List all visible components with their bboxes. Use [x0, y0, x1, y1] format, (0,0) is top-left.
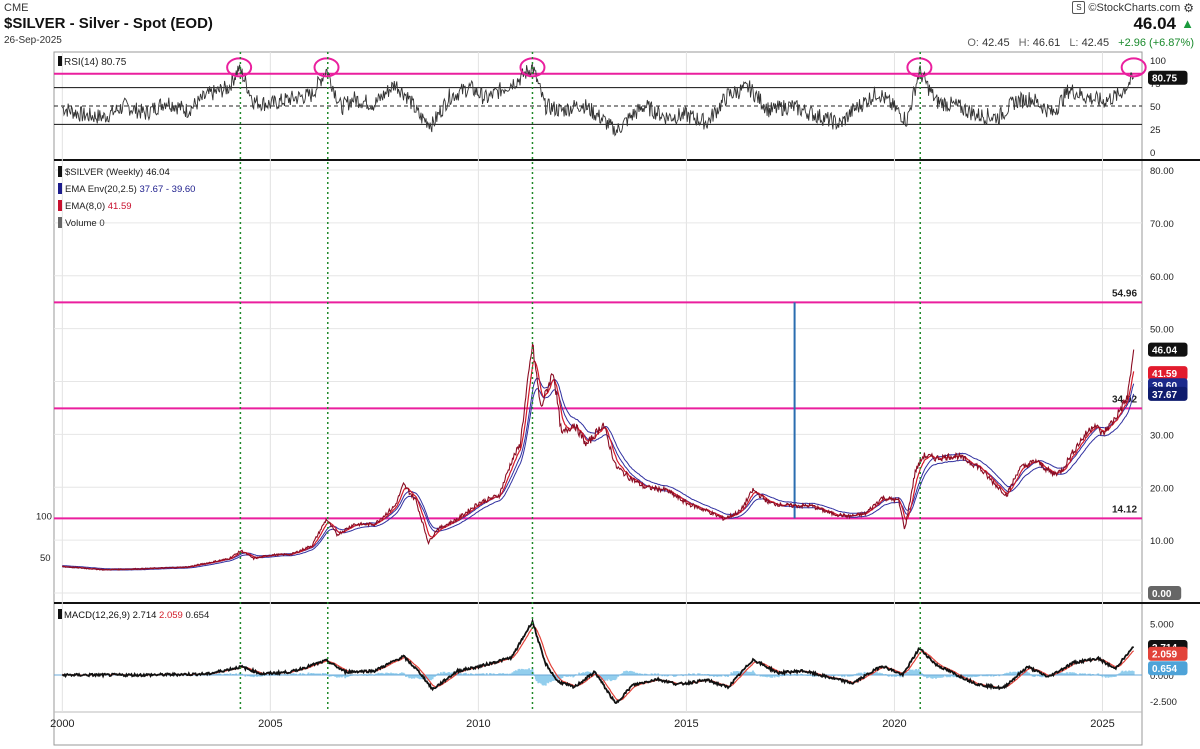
rsi-tick-label: 50 — [1150, 102, 1161, 113]
volume-tick-label: 50 — [40, 553, 51, 564]
chart-canvas: 2000200520102015202020251007550250RSI(14… — [36, 51, 1200, 746]
rsi-tick-label: 0 — [1150, 148, 1155, 159]
signal-last-badge: 2.059 — [1152, 650, 1177, 661]
volume-tick-label: 100 — [36, 511, 52, 522]
rsi-tick-label: 25 — [1150, 125, 1161, 136]
volume-last-badge: 0.00 — [1152, 589, 1172, 600]
price-legend-item: $SILVER (Weekly) 46.04 — [65, 167, 170, 178]
price-level-label: 14.12 — [1112, 504, 1137, 515]
price-legend-item: EMA Env(20,2.5) 37.67 - 39.60 — [65, 184, 195, 195]
x-tick-label: 2015 — [674, 718, 698, 730]
x-tick-label: 2000 — [50, 718, 74, 730]
ema-envelope-lower — [62, 388, 1135, 571]
rsi-legend: RSI(14) 80.75 — [64, 57, 127, 68]
macd-line — [61, 617, 1134, 704]
x-tick-label: 2005 — [258, 718, 282, 730]
price-legend-item: Volume 0 — [65, 218, 105, 229]
price-legend-swatch — [58, 200, 62, 211]
price-tick-label: 80.00 — [1150, 166, 1174, 177]
macd-legend: MACD(12,26,9) 2.714 2.059 0.654 — [64, 610, 209, 621]
x-tick-label: 2010 — [466, 718, 490, 730]
price-tick-label: 20.00 — [1150, 483, 1174, 494]
macd-signal-line — [62, 626, 1135, 701]
price-tick-label: 10.00 — [1150, 536, 1174, 547]
plot-frame — [53, 51, 1143, 746]
price-last-badge: 46.04 — [1152, 346, 1177, 357]
price-legend-swatch — [58, 166, 62, 177]
price-legend-swatch — [58, 217, 62, 228]
rsi-tick-label: 100 — [1150, 56, 1166, 67]
macd-tick-label: 5.000 — [1150, 619, 1174, 630]
envelope-lower-badge: 37.67 — [1152, 390, 1177, 401]
price-level-label: 54.96 — [1112, 288, 1137, 299]
price-tick-label: 60.00 — [1150, 272, 1174, 283]
price-legend-swatch — [58, 183, 62, 194]
rsi-legend-swatch — [58, 56, 62, 66]
price-tick-label: 50.00 — [1150, 325, 1174, 336]
rsi-last-badge: 80.75 — [1152, 74, 1177, 85]
x-tick-label: 2020 — [882, 718, 906, 730]
x-tick-label: 2025 — [1090, 718, 1114, 730]
price-tick-label: 70.00 — [1150, 219, 1174, 230]
price-tick-label: 30.00 — [1150, 430, 1174, 441]
macd-legend-swatch — [58, 609, 62, 619]
histogram-last-badge: 0.654 — [1152, 664, 1177, 675]
price-legend-item: EMA(8,0) 41.59 — [65, 201, 132, 212]
macd-tick-label: -2.500 — [1150, 697, 1177, 708]
